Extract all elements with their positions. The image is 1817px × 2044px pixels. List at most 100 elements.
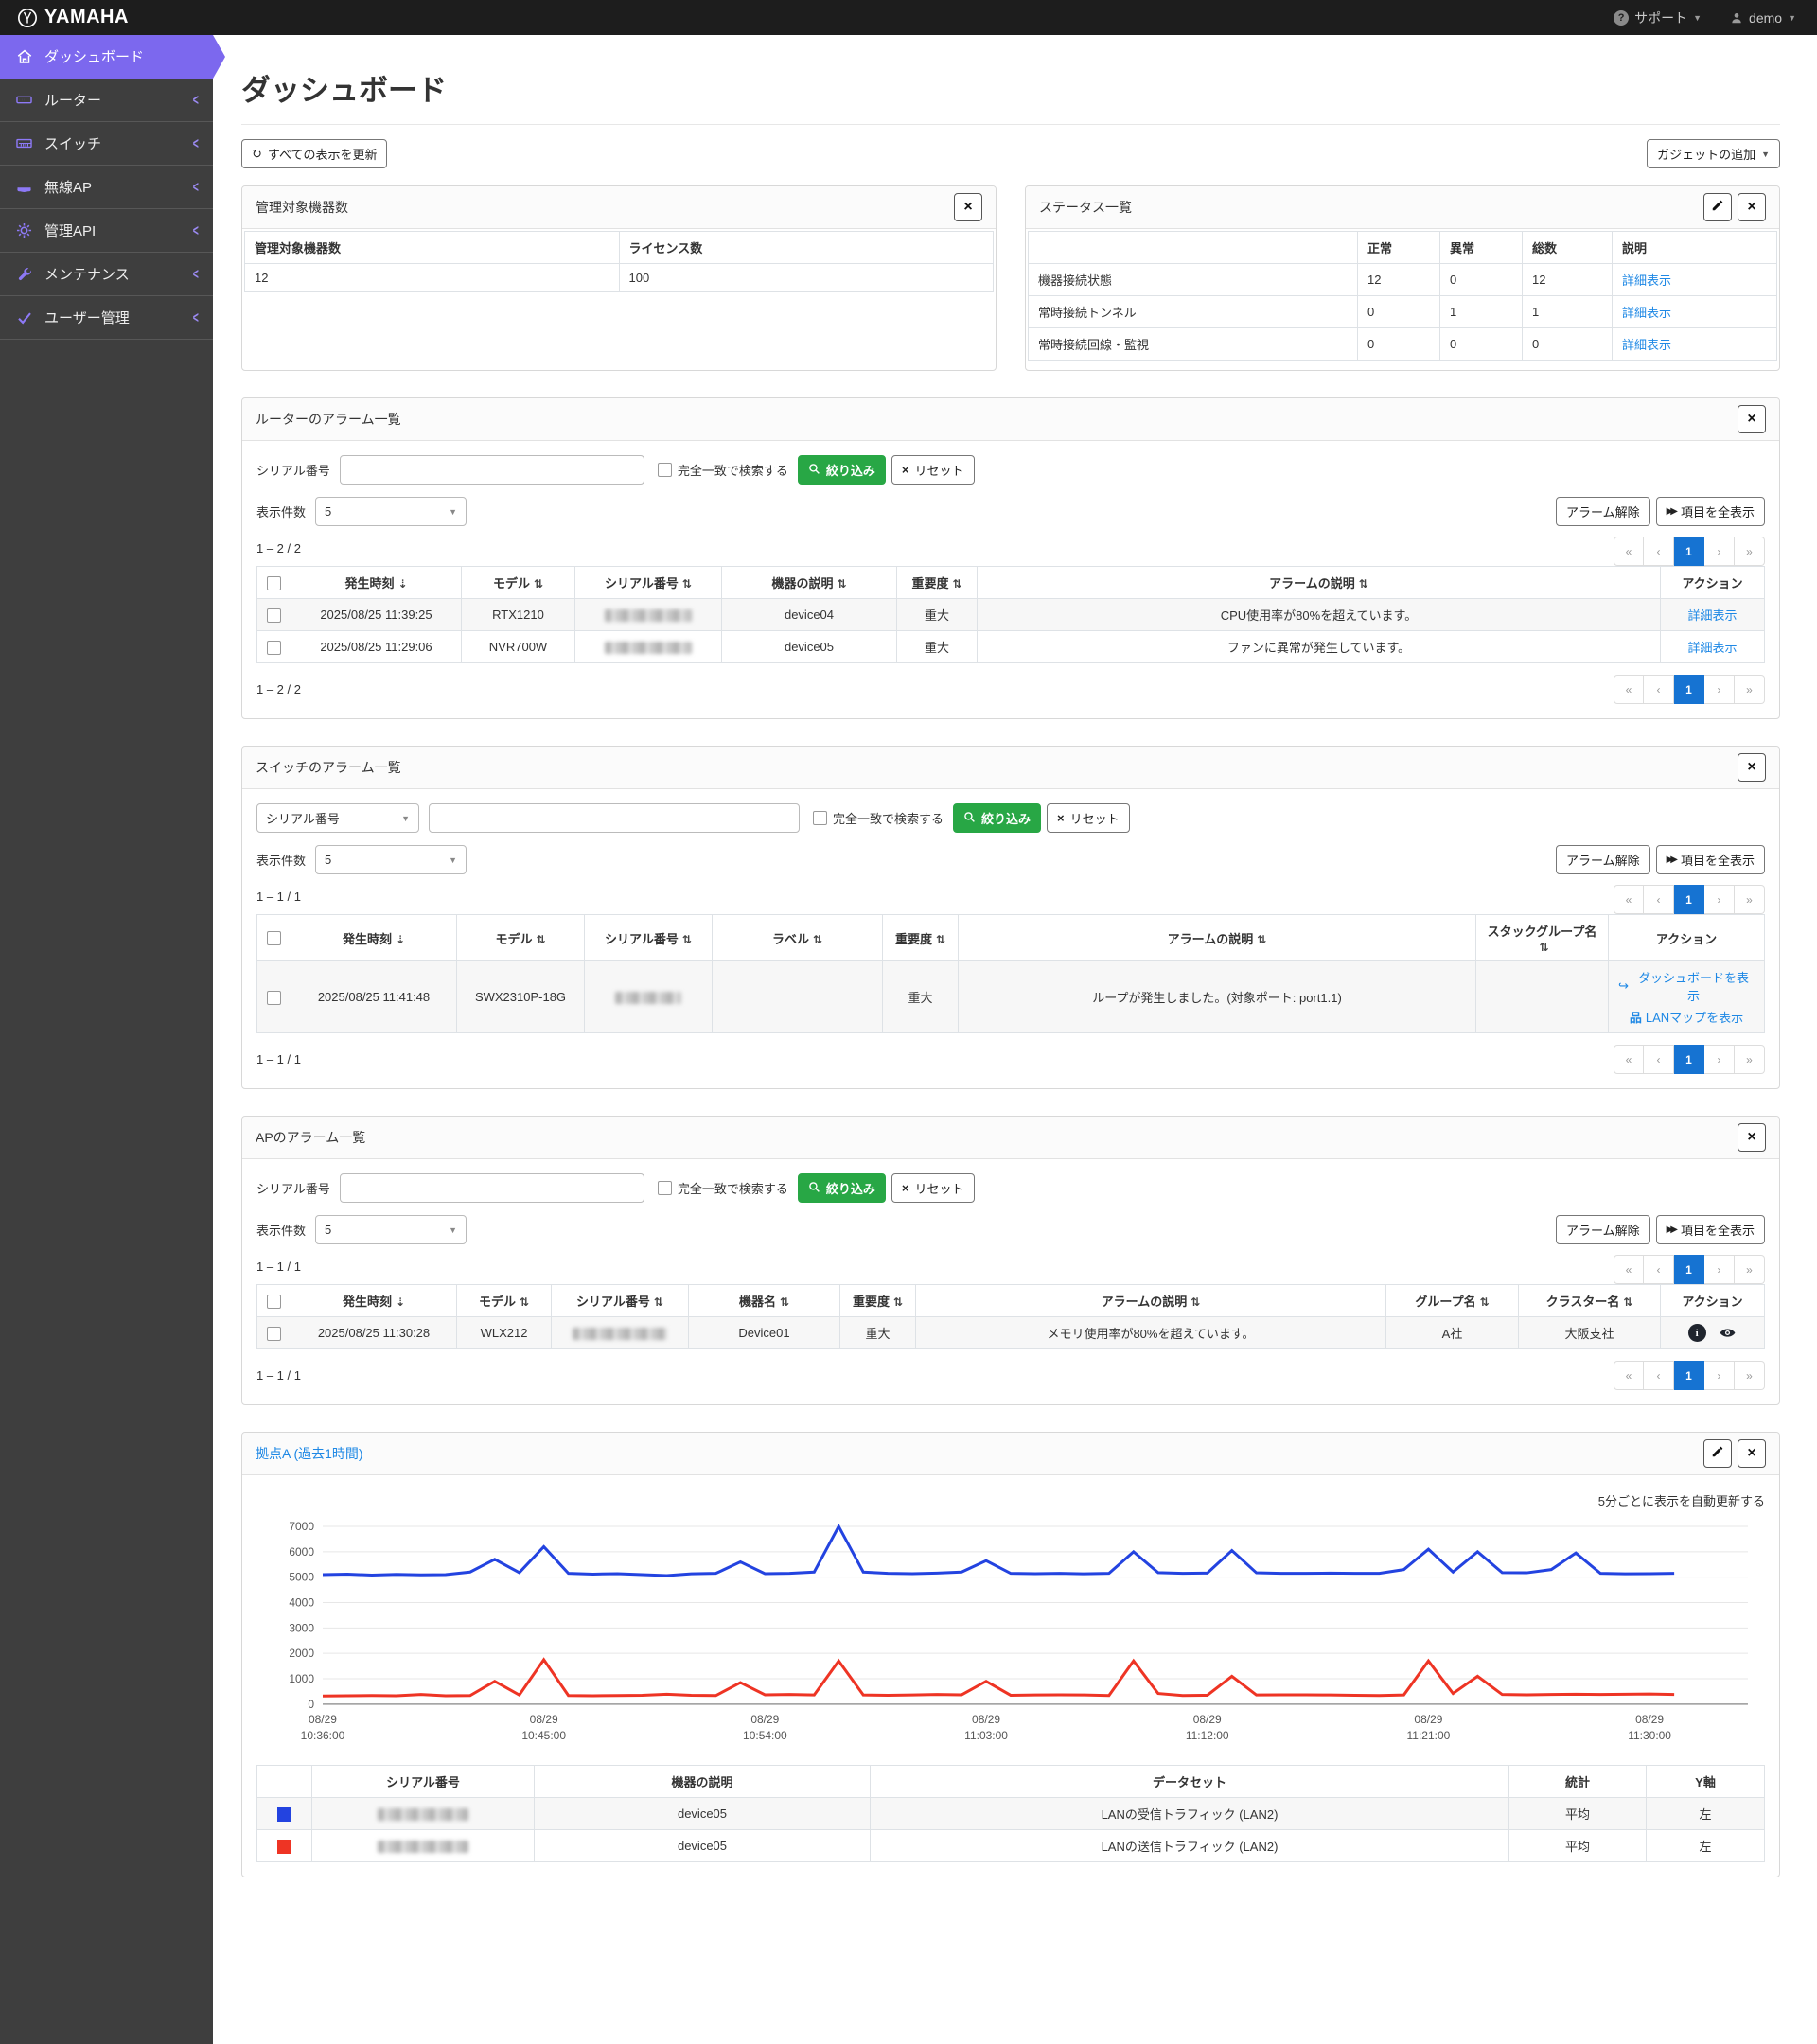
column-header-alarm[interactable]: アラームの説明 ⇅ <box>915 1284 1386 1317</box>
pagination-page-1[interactable]: 1 <box>1674 1361 1704 1391</box>
show-all-columns-button[interactable]: ▶▶ 項目を全表示 <box>1655 1215 1765 1244</box>
pagination-prev[interactable]: ‹ <box>1644 1045 1674 1074</box>
column-header-model[interactable]: モデル ⇅ <box>456 1284 552 1317</box>
pagination-next[interactable]: › <box>1704 1045 1735 1074</box>
pagination-first[interactable]: « <box>1614 885 1644 914</box>
column-header-serial[interactable]: シリアル番号 ⇅ <box>551 1284 689 1317</box>
pagination-prev[interactable]: ‹ <box>1644 1361 1674 1391</box>
show-dashboard-link[interactable]: ↪ ダッシュボードを表示 <box>1618 968 1755 1004</box>
detail-link[interactable]: 詳細表示 <box>1622 338 1671 352</box>
detail-link[interactable]: 詳細表示 <box>1687 641 1737 655</box>
show-lan-map-link[interactable]: 品 LANマップを表示 <box>1630 1008 1743 1026</box>
pagination-prev[interactable]: ‹ <box>1644 1255 1674 1284</box>
edit-widget-button[interactable] <box>1703 1439 1732 1469</box>
column-header-description[interactable]: 機器の説明 ⇅ <box>721 566 897 599</box>
serial-search-input[interactable] <box>339 1173 644 1203</box>
filter-reset-button[interactable]: × リセット <box>891 455 975 485</box>
pagination-next[interactable]: › <box>1704 1255 1735 1284</box>
info-icon[interactable]: i <box>1687 1324 1706 1343</box>
select-all-checkbox[interactable] <box>267 931 281 946</box>
row-checkbox[interactable] <box>267 608 281 623</box>
pagination-prev[interactable]: ‹ <box>1644 885 1674 914</box>
detail-link[interactable]: 詳細表示 <box>1622 273 1671 288</box>
close-widget-button[interactable]: × <box>1738 405 1766 433</box>
pagination-page-1[interactable]: 1 <box>1674 1045 1704 1074</box>
pagination-page-1[interactable]: 1 <box>1674 1255 1704 1284</box>
show-all-columns-button[interactable]: ▶▶ 項目を全表示 <box>1655 497 1765 526</box>
clear-alarms-button[interactable]: アラーム解除 <box>1555 1215 1650 1244</box>
column-header-severity[interactable]: 重要度 ⇅ <box>839 1284 916 1317</box>
pagination-last[interactable]: » <box>1735 537 1765 566</box>
column-header-stack-group[interactable]: スタックグループ名⇅ <box>1475 914 1609 961</box>
column-header-device-name[interactable]: 機器名 ⇅ <box>688 1284 840 1317</box>
column-header-label[interactable]: ラベル ⇅ <box>712 914 883 961</box>
pagination-next[interactable]: › <box>1704 1361 1735 1391</box>
pagination-prev[interactable]: ‹ <box>1644 537 1674 566</box>
refresh-all-button[interactable]: ↻ すべての表示を更新 <box>241 139 388 168</box>
support-menu[interactable]: ? サポート ▼ <box>1614 9 1702 27</box>
add-gadget-button[interactable]: ガジェットの追加 ▼ <box>1647 139 1780 168</box>
show-all-columns-button[interactable]: ▶▶ 項目を全表示 <box>1655 845 1765 874</box>
column-header-alarm[interactable]: アラームの説明 ⇅ <box>958 914 1476 961</box>
select-all-checkbox[interactable] <box>267 575 281 590</box>
exact-match-checkbox[interactable] <box>657 463 672 477</box>
exact-match-checkbox[interactable] <box>657 1181 672 1195</box>
pagination-first[interactable]: « <box>1614 537 1644 566</box>
column-header-time[interactable]: 発生時刻 ⇣ <box>291 914 457 961</box>
pagination-first[interactable]: « <box>1614 1045 1644 1074</box>
select-all-checkbox[interactable] <box>267 1294 281 1309</box>
close-widget-button[interactable]: × <box>1738 753 1766 782</box>
exact-match-checkbox[interactable] <box>813 811 827 825</box>
pagination-first[interactable]: « <box>1614 675 1644 704</box>
row-checkbox[interactable] <box>267 990 281 1005</box>
eye-icon[interactable] <box>1719 1324 1737 1342</box>
sidebar-item-dashboard[interactable]: ダッシュボード <box>0 35 225 79</box>
pagination-prev[interactable]: ‹ <box>1644 675 1674 704</box>
sidebar-item-switch[interactable]: スイッチ < <box>0 122 213 166</box>
column-header-serial[interactable]: シリアル番号 ⇅ <box>584 914 713 961</box>
pagination-page-1[interactable]: 1 <box>1674 885 1704 914</box>
pagination-first[interactable]: « <box>1614 1361 1644 1391</box>
pagination-next[interactable]: › <box>1704 675 1735 704</box>
column-header-group[interactable]: グループ名 ⇅ <box>1385 1284 1519 1317</box>
sidebar-item-management-api[interactable]: 管理API < <box>0 209 213 253</box>
search-type-select[interactable]: シリアル番号 ▼ <box>256 803 419 833</box>
column-header-time[interactable]: 発生時刻 ⇣ <box>291 1284 457 1317</box>
detail-link[interactable]: 詳細表示 <box>1622 306 1671 320</box>
clear-alarms-button[interactable]: アラーム解除 <box>1555 497 1650 526</box>
detail-link[interactable]: 詳細表示 <box>1687 608 1737 623</box>
close-widget-button[interactable]: × <box>954 193 982 221</box>
column-header-severity[interactable]: 重要度 ⇅ <box>896 566 978 599</box>
pagination-last[interactable]: » <box>1735 885 1765 914</box>
pagination-last[interactable]: » <box>1735 1255 1765 1284</box>
serial-search-input[interactable] <box>429 803 800 833</box>
filter-apply-button[interactable]: 絞り込み <box>797 455 886 485</box>
row-checkbox[interactable] <box>267 640 281 655</box>
edit-widget-button[interactable] <box>1703 193 1732 221</box>
pagination-page-1[interactable]: 1 <box>1674 675 1704 704</box>
sidebar-item-router[interactable]: ルーター < <box>0 79 213 122</box>
pagination-next[interactable]: › <box>1704 537 1735 566</box>
sidebar-item-user-management[interactable]: ユーザー管理 < <box>0 296 213 340</box>
pagination-last[interactable]: » <box>1735 675 1765 704</box>
clear-alarms-button[interactable]: アラーム解除 <box>1555 845 1650 874</box>
page-size-select[interactable]: 5 ▼ <box>315 1215 467 1244</box>
close-widget-button[interactable]: × <box>1738 1123 1766 1152</box>
page-size-select[interactable]: 5 ▼ <box>315 845 467 874</box>
column-header-model[interactable]: モデル ⇅ <box>456 914 585 961</box>
filter-reset-button[interactable]: × リセット <box>891 1173 975 1203</box>
pagination-last[interactable]: » <box>1735 1361 1765 1391</box>
filter-reset-button[interactable]: × リセット <box>1047 803 1130 833</box>
pagination-next[interactable]: › <box>1704 885 1735 914</box>
sidebar-item-maintenance[interactable]: メンテナンス < <box>0 253 213 296</box>
column-header-serial[interactable]: シリアル番号 ⇅ <box>574 566 722 599</box>
pagination-first[interactable]: « <box>1614 1255 1644 1284</box>
column-header-severity[interactable]: 重要度 ⇅ <box>882 914 959 961</box>
pagination-page-1[interactable]: 1 <box>1674 537 1704 566</box>
column-header-model[interactable]: モデル ⇅ <box>461 566 575 599</box>
user-menu[interactable]: demo ▼ <box>1730 10 1796 26</box>
column-header-alarm[interactable]: アラームの説明 ⇅ <box>977 566 1661 599</box>
close-widget-button[interactable]: × <box>1738 193 1766 221</box>
widget-title-link[interactable]: 拠点A (過去1時間) <box>256 1444 363 1463</box>
row-checkbox[interactable] <box>267 1326 281 1341</box>
